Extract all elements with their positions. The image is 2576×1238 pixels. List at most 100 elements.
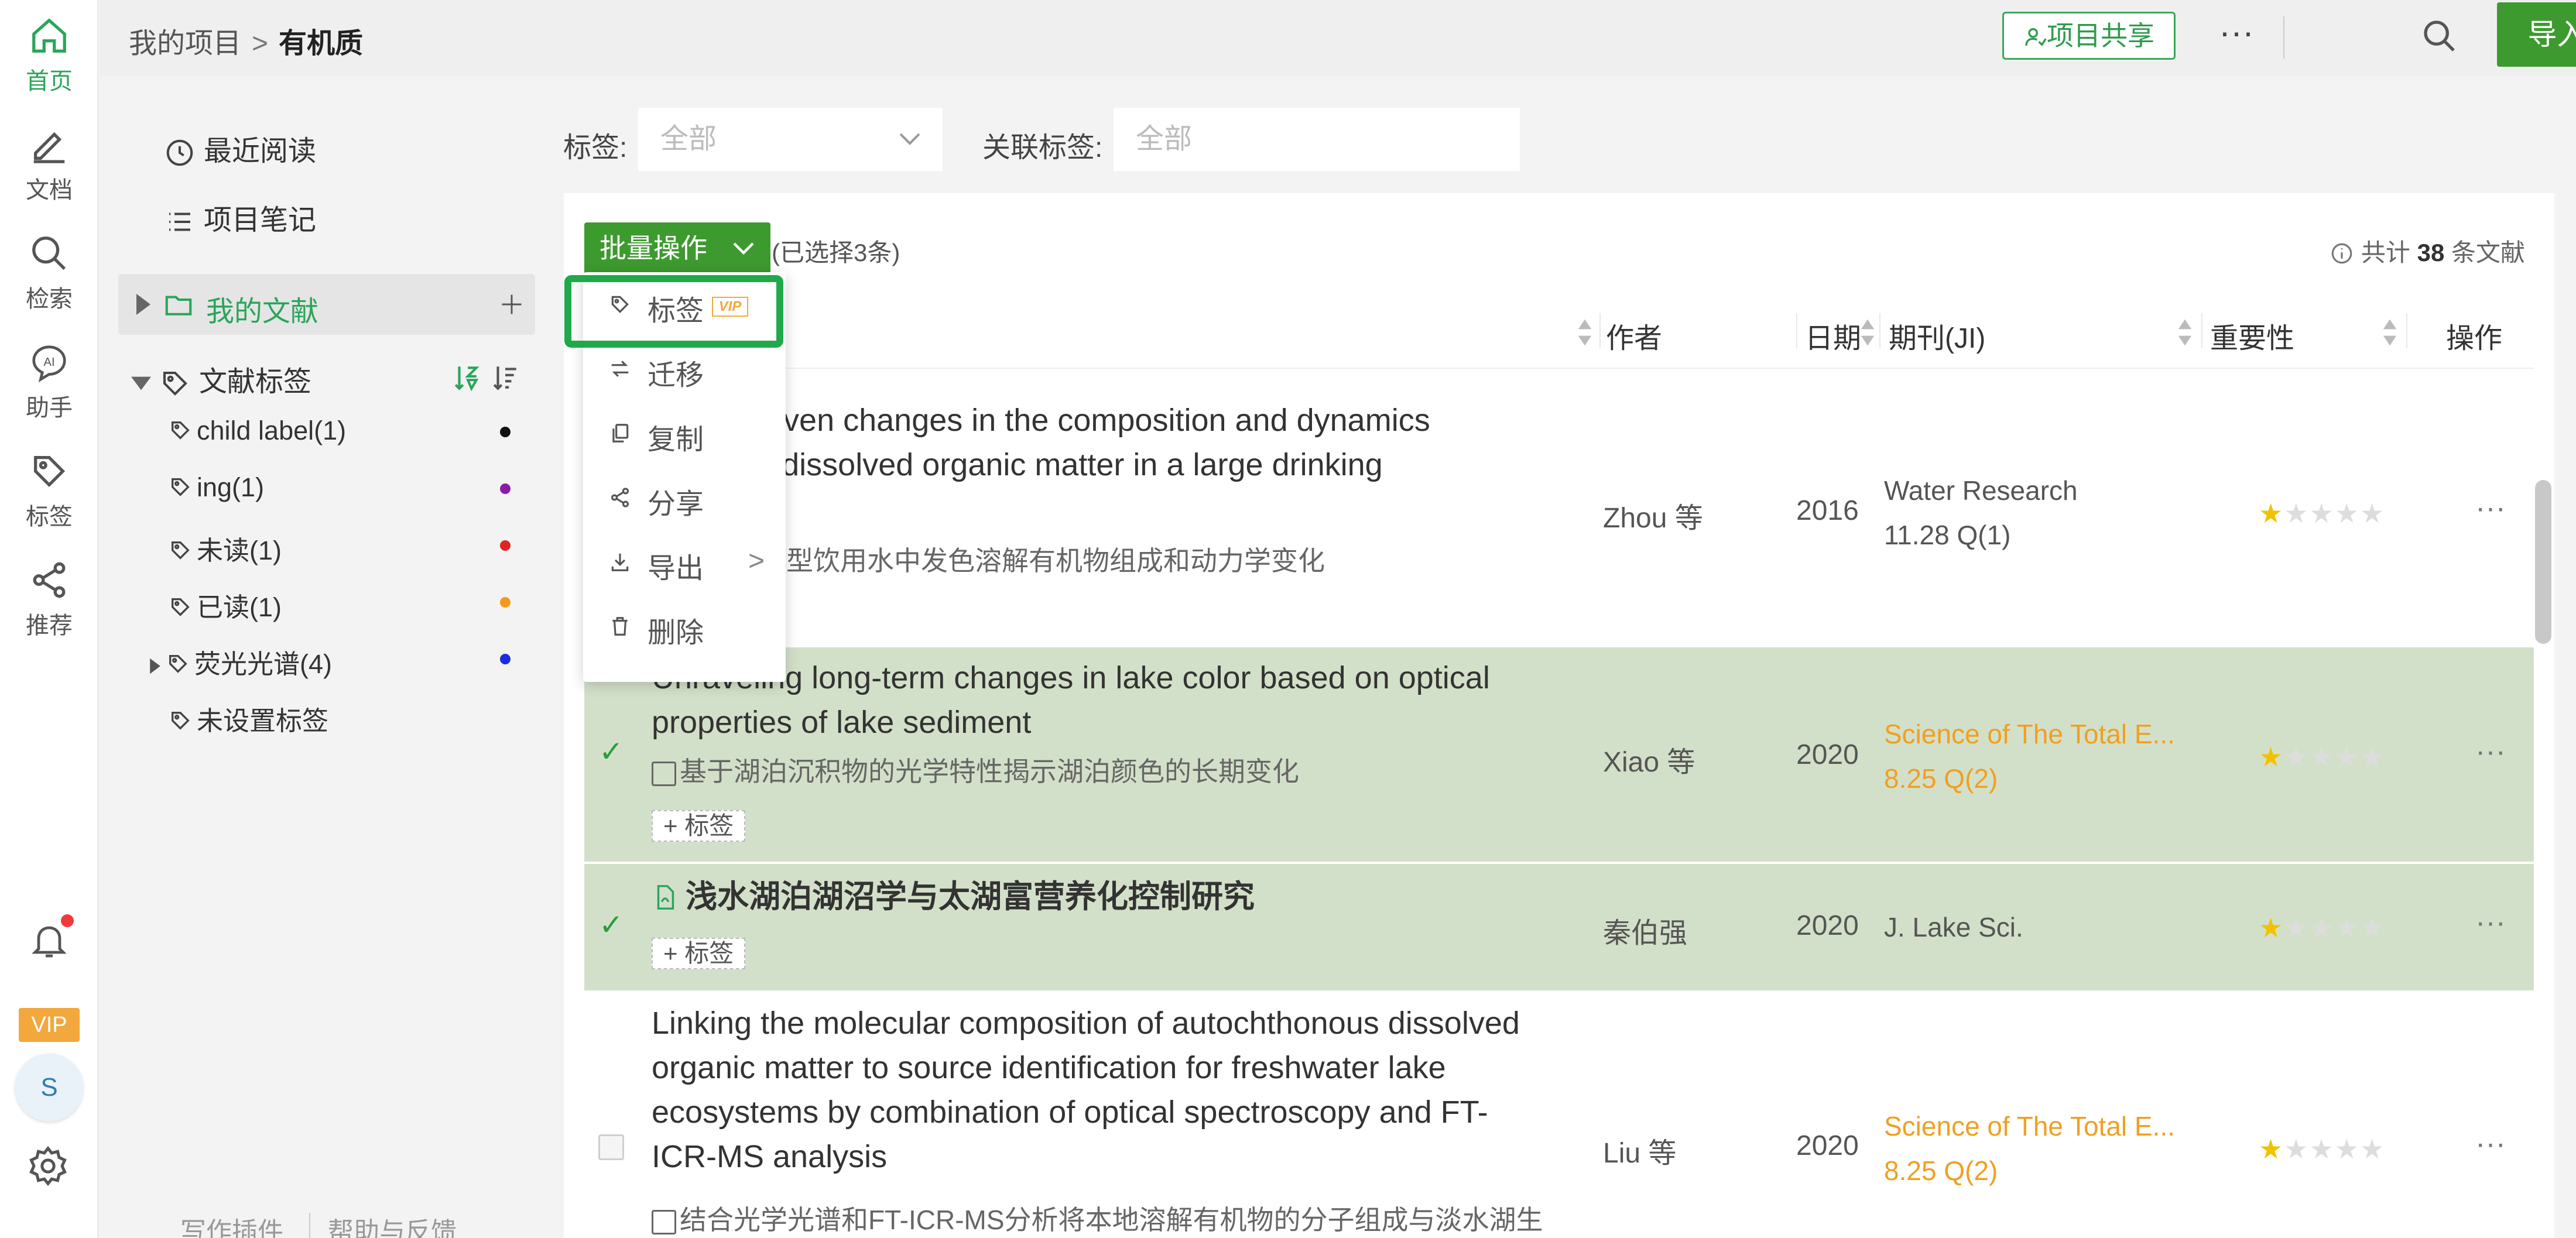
row-more-icon[interactable]: ··· (2475, 491, 2506, 526)
column-author[interactable]: 作者 (1606, 315, 1662, 356)
star-icon[interactable]: ★ (2335, 1134, 2360, 1164)
sort-icon[interactable] (2382, 316, 2398, 349)
star-icon[interactable]: ★ (2310, 742, 2335, 772)
star-icon[interactable]: ★ (2310, 498, 2335, 529)
row-importance-stars[interactable]: ★★★★★ (2259, 1133, 2385, 1165)
related-tag-input[interactable]: 全部 (1114, 108, 1520, 171)
submenu-arrow-icon: > (748, 546, 765, 577)
row-more-icon[interactable]: ··· (2475, 905, 2506, 940)
menu-item-copy[interactable]: 复制 (583, 401, 786, 465)
rail-tags[interactable]: 标签 (0, 435, 98, 530)
my-docs-item[interactable]: 我的文献 (118, 274, 535, 335)
menu-item-export[interactable]: 导出 > (583, 530, 786, 594)
star-icon[interactable]: ★ (2284, 1134, 2309, 1164)
star-icon[interactable]: ★ (2335, 742, 2360, 772)
tag-label: 未设置标签 (197, 706, 329, 736)
total-number: 38 (2417, 239, 2445, 266)
star-icon[interactable]: ★ (2284, 742, 2309, 772)
row-journal[interactable]: J. Lake Sci. (1884, 905, 2023, 949)
row-title[interactable]: 浅水湖泊湖沼学与太湖富营养化控制研究 (652, 875, 1255, 919)
add-tag-button[interactable]: + 标签 (652, 810, 746, 842)
star-icon[interactable]: ★ (2259, 913, 2284, 943)
vip-badge[interactable]: VIP (19, 1008, 80, 1042)
row-more-icon[interactable]: ··· (2475, 1126, 2506, 1161)
header-more-icon[interactable]: ··· (2219, 12, 2254, 52)
star-icon[interactable]: ★ (2259, 742, 2284, 772)
row-journal[interactable]: Science of The Total E... 8.25 Q(2) (1884, 1104, 2175, 1193)
copy-icon (612, 424, 629, 443)
star-icon[interactable]: ★ (2259, 1134, 2284, 1164)
import-docs-button[interactable]: 导入文献 (2497, 2, 2576, 67)
writing-plugin-link[interactable]: 写作插件 (180, 1210, 283, 1238)
row-more-icon[interactable]: ··· (2475, 734, 2506, 769)
star-icon[interactable]: ★ (2284, 498, 2309, 529)
row-importance-stars[interactable]: ★★★★★ (2259, 741, 2385, 773)
row-date: 2016 (1796, 495, 1859, 526)
rail-recommend[interactable]: 推荐 (0, 544, 98, 639)
star-icon[interactable]: ★ (2360, 1134, 2385, 1164)
sort-az-icon[interactable] (452, 363, 481, 392)
project-share-button[interactable]: 项目共享 (2002, 12, 2176, 60)
tag-item[interactable]: child label(1) (169, 416, 346, 446)
sort-icon[interactable] (2177, 316, 2193, 349)
list-scrollbar[interactable] (2535, 480, 2551, 644)
help-feedback-link[interactable]: 帮助与反馈 (328, 1210, 457, 1238)
table-row[interactable]: ✓ Unraveling long-term changes in lake c… (584, 647, 2534, 862)
project-notes-item[interactable]: 项目笔记 (164, 197, 316, 238)
row-subtitle-text: 基于湖泊沉积物的光学特性揭示湖泊颜色的长期变化 (680, 756, 1299, 787)
rail-assistant[interactable]: AI 助手 (0, 327, 98, 421)
column-divider (2201, 313, 2202, 348)
header-search-icon[interactable] (2421, 18, 2458, 55)
star-icon[interactable]: ★ (2310, 1134, 2335, 1164)
row-checkbox[interactable]: ✓ (598, 737, 624, 766)
rail-home[interactable]: 首页 (0, 0, 98, 94)
star-icon[interactable]: ★ (2360, 913, 2385, 943)
batch-ops-button[interactable]: 批量操作 (584, 222, 770, 274)
avatar[interactable]: S (15, 1054, 83, 1122)
tag-item[interactable]: 荧光光谱(4) (149, 643, 332, 681)
table-row[interactable]: w rate-driven changes in the composition… (584, 386, 2534, 644)
add-folder-icon[interactable] (499, 292, 525, 317)
tag-item[interactable]: 未读(1) (169, 529, 282, 567)
rail-docs[interactable]: 文档 (0, 109, 98, 203)
image-doc-icon (652, 761, 676, 786)
gear-icon[interactable] (26, 1144, 70, 1188)
doc-tags-header[interactable]: 文献标签 (131, 358, 311, 399)
column-journal[interactable]: 期刊(JI) (1889, 315, 1985, 356)
tag-filter-select[interactable]: 全部 (638, 108, 943, 171)
tag-item[interactable]: ing(1) (169, 472, 264, 503)
tag-item[interactable]: 未设置标签 (169, 699, 328, 738)
star-icon[interactable]: ★ (2335, 913, 2360, 943)
row-checkbox[interactable]: ✓ (598, 910, 624, 939)
menu-item-share[interactable]: 分享 (583, 465, 786, 530)
add-tag-button[interactable]: + 标签 (652, 938, 746, 969)
rail-search[interactable]: 检索 (0, 218, 98, 312)
tag-color-dot (500, 483, 511, 494)
star-icon[interactable]: ★ (2284, 913, 2309, 943)
star-icon[interactable]: ★ (2259, 498, 2284, 529)
star-icon[interactable]: ★ (2310, 913, 2335, 943)
tag-item[interactable]: 已读(1) (169, 586, 282, 624)
star-icon[interactable]: ★ (2335, 498, 2360, 529)
row-checkbox[interactable] (598, 1134, 624, 1160)
sort-icon[interactable] (1859, 316, 1876, 349)
table-row[interactable]: Linking the molecular composition of aut… (584, 994, 2534, 1238)
menu-item-delete[interactable]: 删除 (583, 594, 786, 659)
row-title[interactable]: Linking the molecular composition of aut… (652, 1001, 1520, 1179)
sort-icon[interactable] (1577, 316, 1593, 349)
column-date[interactable]: 日期 (1805, 315, 1861, 356)
sort-list-icon[interactable] (491, 363, 520, 392)
row-journal[interactable]: Water Research 11.28 Q(1) (1884, 468, 2078, 557)
recent-reading-item[interactable]: 最近阅读 (164, 128, 316, 169)
main-content: 标签: 全部 关联标签: 全部 批量操作 (已选择3条) 共计 38 条文献 作… (550, 76, 2576, 1238)
trash-icon (612, 617, 628, 636)
star-icon[interactable]: ★ (2360, 742, 2385, 772)
breadcrumb-root[interactable]: 我的项目 (129, 28, 241, 59)
row-importance-stars[interactable]: ★★★★★ (2259, 912, 2385, 944)
row-journal[interactable]: Science of The Total E... 8.25 Q(2) (1884, 712, 2175, 801)
column-importance[interactable]: 重要性 (2210, 315, 2294, 356)
star-icon[interactable]: ★ (2360, 498, 2385, 529)
row-importance-stars[interactable]: ★★★★★ (2259, 498, 2385, 529)
table-row[interactable]: ✓ 浅水湖泊湖沼学与太湖富营养化控制研究 + 标签 秦伯强 2020 J. La… (584, 864, 2534, 990)
row-subtitle: 结合光学光谱和FT-ICR-MS分析将本地溶解有机物的分子组成与淡水湖生 (652, 1199, 1543, 1237)
